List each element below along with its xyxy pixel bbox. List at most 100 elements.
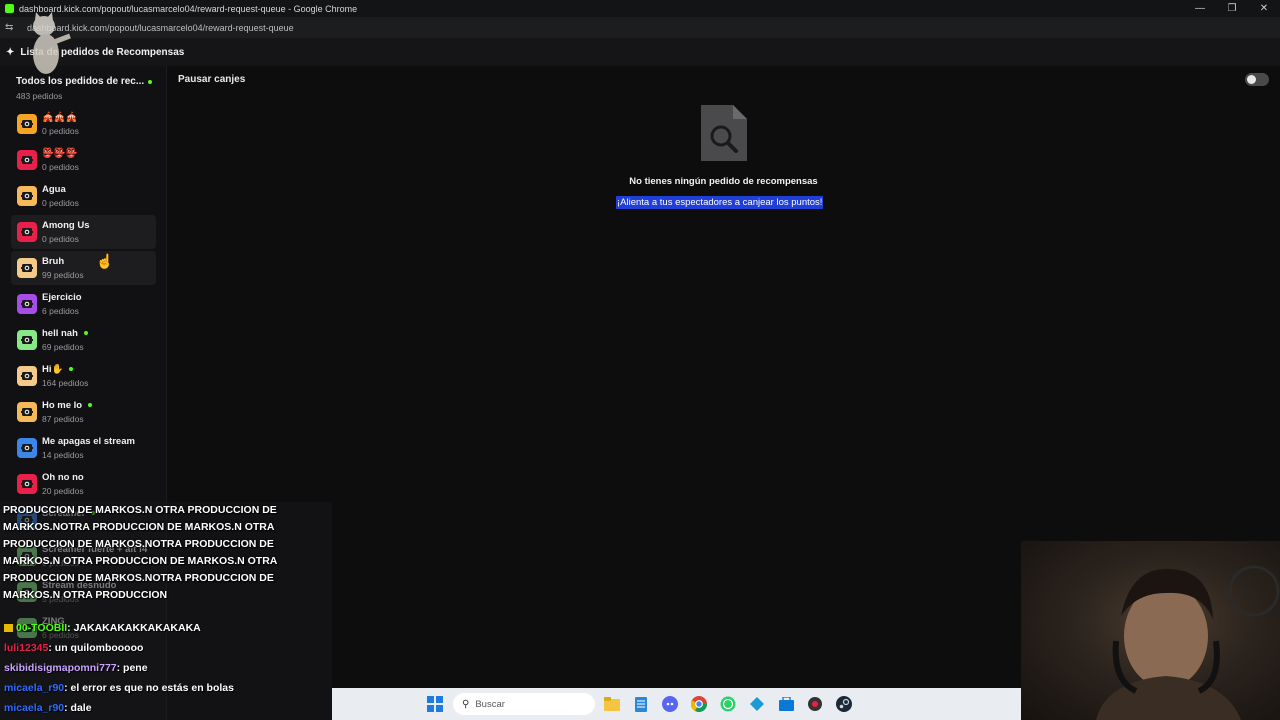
all-requests-count: 483 pedidos <box>16 91 63 101</box>
chat-message: micaela_r90: el error es que no estás en… <box>4 682 234 694</box>
reward-item[interactable]: Me apagas el stream 14 pedidos <box>11 431 156 465</box>
chat-message: skibidisigmapomni777: pene <box>4 662 148 674</box>
chrome-icon[interactable] <box>688 693 710 715</box>
reward-name: Ho me lo <box>42 400 93 411</box>
microsoft-store-icon[interactable] <box>775 693 797 715</box>
minimize-button[interactable]: — <box>1184 0 1216 17</box>
taskbar-search-placeholder: Buscar <box>475 698 505 710</box>
subscriber-badge-icon <box>4 624 13 633</box>
chat-username: skibidisigmapomni777 <box>4 662 117 674</box>
reward-ticket-icon <box>17 438 37 458</box>
discord-icon[interactable] <box>659 693 681 715</box>
reward-ticket-icon <box>17 366 37 386</box>
empty-state-subtitle: ¡Alienta a tus espectadores a canjear lo… <box>616 196 824 209</box>
reward-ticket-icon <box>17 402 37 422</box>
webcam-feed-image <box>1021 541 1280 720</box>
empty-search-document-icon <box>701 105 747 161</box>
reward-count: 6 pedidos <box>42 306 79 316</box>
taskbar-search-input[interactable]: ⚲ Buscar <box>453 693 595 715</box>
reward-item[interactable]: Ejercicio 6 pedidos <box>11 287 156 321</box>
reward-item[interactable]: 👺👺👺 0 pedidos <box>11 143 156 177</box>
chat-message: 00-TOOBII: JAKAKAKAKKAKAKAKA <box>4 622 201 634</box>
reward-name: 🎪🎪🎪 <box>42 112 78 123</box>
reward-ticket-icon <box>17 258 37 278</box>
browser-title-bar: dashboard.kick.com/popout/lucasmarcelo04… <box>0 0 1280 17</box>
chat-text: : pene <box>116 662 148 674</box>
search-icon: ⚲ <box>462 698 470 710</box>
app-icon[interactable] <box>746 693 768 715</box>
chat-text: : dale <box>64 702 92 714</box>
reward-name: 👺👺👺 <box>42 148 78 159</box>
reward-count: 0 pedidos <box>42 234 79 244</box>
reward-count: 99 pedidos <box>42 270 84 280</box>
cat-sticker-icon <box>33 12 71 74</box>
kick-favicon-icon <box>5 4 14 13</box>
reward-ticket-icon <box>17 330 37 350</box>
online-dot-icon <box>69 367 74 372</box>
reward-count: 0 pedidos <box>42 126 79 136</box>
reward-count: 164 pedidos <box>42 378 89 388</box>
reward-count: 14 pedidos <box>42 450 84 460</box>
reward-item[interactable]: Ho me lo 87 pedidos <box>11 395 156 429</box>
file-explorer-icon[interactable] <box>601 693 623 715</box>
reward-item[interactable]: Agua 0 pedidos <box>11 179 156 213</box>
reward-item[interactable]: Bruh 99 pedidos <box>11 251 156 285</box>
rewards-icon: ✦ <box>6 46 15 58</box>
reward-count: 0 pedidos <box>42 162 79 172</box>
steam-icon[interactable] <box>833 693 855 715</box>
site-settings-icon[interactable]: ⇆ <box>5 22 19 33</box>
address-bar[interactable]: ⇆ dashboard.kick.com/popout/lucasmarcelo… <box>0 17 1280 38</box>
windows-start-icon[interactable] <box>424 693 446 715</box>
reward-ticket-icon <box>17 114 37 134</box>
streamer-webcam-icon <box>1096 565 1280 720</box>
chat-message: luli12345: un quilombooooo <box>4 642 143 654</box>
chat-username: 00-TOOBII <box>16 622 68 634</box>
online-dot-icon <box>83 331 88 336</box>
chat-text: : un quilombooooo <box>48 642 144 654</box>
reward-ticket-icon <box>17 222 37 242</box>
reward-count: 87 pedidos <box>42 414 84 424</box>
pause-redemptions-label: Pausar canjes <box>178 74 246 85</box>
empty-state-title: No tienes ningún pedido de recompensas <box>629 176 818 187</box>
chat-username: micaela_r90 <box>4 702 65 714</box>
reward-name: hell nah <box>42 328 88 339</box>
record-icon[interactable] <box>804 693 826 715</box>
reward-item[interactable]: 🎪🎪🎪 0 pedidos <box>11 107 156 141</box>
reward-item[interactable]: hell nah 69 pedidos <box>11 323 156 357</box>
reward-name: Bruh <box>42 256 65 267</box>
reward-name: Oh no no <box>42 472 84 483</box>
chat-username: micaela_r90 <box>4 682 65 694</box>
chat-text: : el error es que no estás en bolas <box>64 682 234 694</box>
reward-ticket-icon <box>17 474 37 494</box>
restore-button[interactable]: ❐ <box>1216 0 1248 17</box>
reward-name: Me apagas el stream <box>42 436 135 447</box>
reward-item[interactable]: Hi✋ 164 pedidos <box>11 359 156 393</box>
reward-count: 69 pedidos <box>42 342 84 352</box>
reward-ticket-icon <box>17 294 37 314</box>
reward-name: Agua <box>42 184 66 195</box>
pause-redemptions-toggle[interactable] <box>1245 73 1269 86</box>
reward-count: 20 pedidos <box>42 486 84 496</box>
page-header: ✦ Lista de pedidos de Recompensas <box>0 38 1280 66</box>
reward-ticket-icon <box>17 150 37 170</box>
reward-name: Hi✋ <box>42 364 74 375</box>
mouse-pointer-icon: ☝ <box>96 253 114 269</box>
reward-item[interactable]: Oh no no 20 pedidos <box>11 467 156 501</box>
whatsapp-icon[interactable] <box>717 693 739 715</box>
chat-message: micaela_r90: dale <box>4 702 92 714</box>
reward-name: Among Us <box>42 220 90 231</box>
reward-name: Ejercicio <box>42 292 82 303</box>
window-controls: — ❐ ✕ <box>1184 0 1280 17</box>
chat-text: : JAKAKAKAKKAKAKAKA <box>67 622 201 634</box>
windows-taskbar: ⚲ Buscar <box>332 688 1021 720</box>
chat-banner-text: PRODUCCION DE MARKOS.N OTRA PRODUCCION D… <box>3 504 277 601</box>
notepad-icon[interactable] <box>630 693 652 715</box>
reward-count: 0 pedidos <box>42 198 79 208</box>
close-button[interactable]: ✕ <box>1248 0 1280 17</box>
chat-username: luli12345 <box>4 642 49 654</box>
online-dot-icon <box>148 80 152 84</box>
reward-ticket-icon <box>17 186 37 206</box>
reward-item[interactable]: Among Us 0 pedidos <box>11 215 156 249</box>
stream-chat-overlay: PRODUCCION DE MARKOS.N OTRA PRODUCCION D… <box>0 502 332 720</box>
online-dot-icon <box>88 403 93 408</box>
